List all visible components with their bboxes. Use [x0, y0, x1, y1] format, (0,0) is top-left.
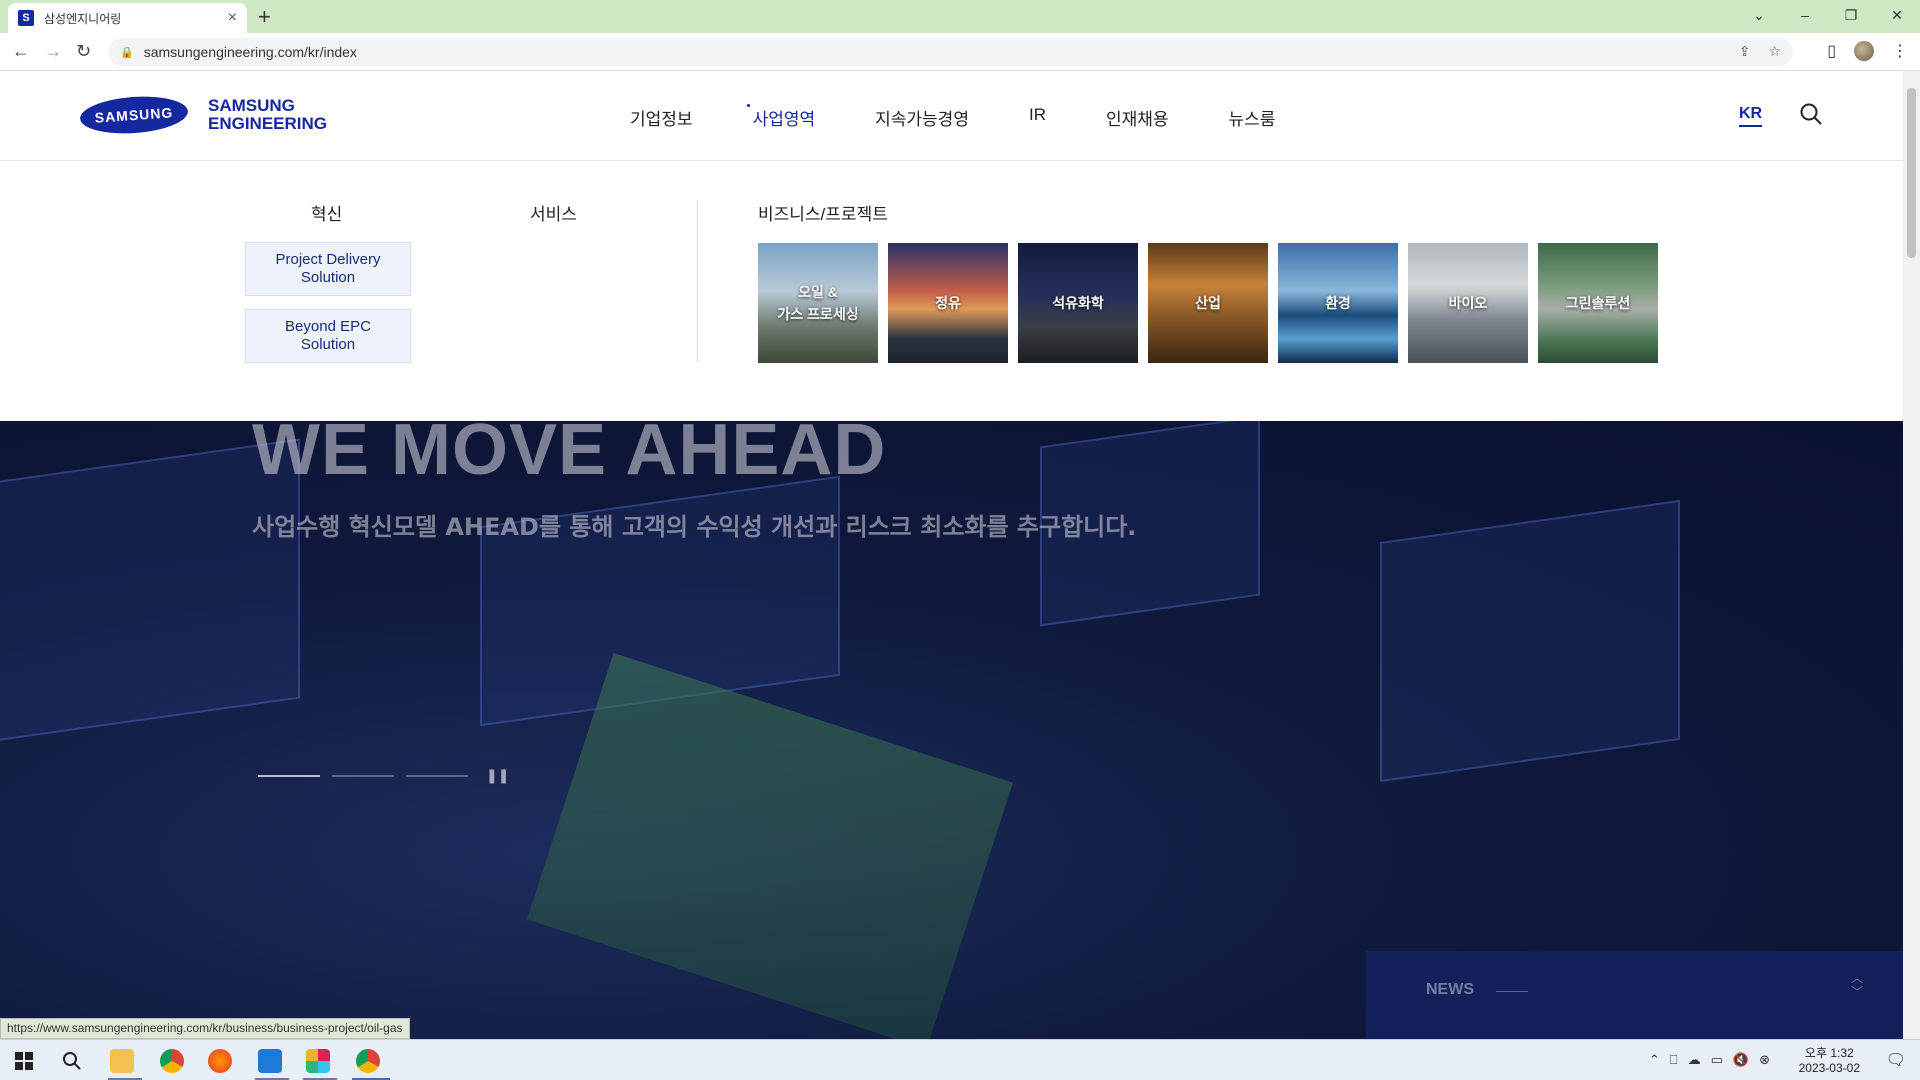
- page-scrollbar[interactable]: [1903, 71, 1920, 1039]
- col-service-title[interactable]: 서비스: [530, 200, 577, 225]
- lock-icon: 🔒: [120, 46, 134, 59]
- news-divider: [1496, 991, 1528, 992]
- clock-time: 오후 1:32: [1804, 1046, 1854, 1060]
- logo-line1: SAMSUNG: [208, 96, 295, 115]
- business-industrial[interactable]: 산업: [1148, 243, 1268, 363]
- network-icon[interactable]: ▭: [1711, 1052, 1723, 1068]
- search-icon[interactable]: [1800, 103, 1822, 125]
- business-refining[interactable]: 정유: [888, 243, 1008, 363]
- back-icon[interactable]: ←: [12, 41, 30, 62]
- system-tray: ⌃ ⎕ ☁ ▭ 🔇 ⊗: [1649, 1052, 1770, 1068]
- nav-careers[interactable]: 인재채용: [1106, 105, 1169, 130]
- new-tab-icon[interactable]: +: [258, 4, 271, 30]
- browser-tab[interactable]: S 삼성엔지니어링 ×: [8, 3, 247, 33]
- news-arrows: ︿ ﹀: [1851, 971, 1863, 999]
- slide-indicator[interactable]: [258, 774, 320, 777]
- site-header: SAMSUNG SAMSUNG ENGINEERING 기업정보 사업영역 지속…: [0, 71, 1903, 161]
- business-petrochemical[interactable]: 석유화학: [1018, 243, 1138, 363]
- menu-kebab-icon[interactable]: ⋮: [1892, 41, 1908, 61]
- notification-icon[interactable]: 🗨: [1886, 1050, 1906, 1070]
- share-icon[interactable]: ⇪: [1739, 43, 1751, 60]
- business-thumbnails: 오일 & 가스 프로세싱 정유 석유화학 산업 환경 바이오 그린솔루션: [758, 243, 1658, 363]
- logo-line2: ENGINEERING: [208, 114, 328, 133]
- chrome-active-icon[interactable]: [356, 1049, 380, 1073]
- nav-ir[interactable]: IR: [1029, 105, 1046, 130]
- hero-section: WE MOVE AHEAD 사업수행 혁신모델 AHEAD를 통해 고객의 수익…: [0, 421, 1903, 1039]
- bookmark-star-icon[interactable]: ☆: [1768, 43, 1781, 60]
- language-selector[interactable]: KR: [1739, 105, 1763, 127]
- hero-title: WE MOVE AHEAD: [252, 421, 887, 490]
- chevron-up-icon[interactable]: ⌃: [1649, 1052, 1660, 1068]
- minimize-icon[interactable]: –: [1782, 0, 1828, 30]
- slide-indicator[interactable]: [332, 774, 394, 777]
- clock-date: 2023-03-02: [1798, 1061, 1860, 1075]
- blocked-icon[interactable]: ⊗: [1759, 1052, 1770, 1068]
- url-input[interactable]: 🔒 samsungengineering.com/kr/index ⇪ ☆: [108, 38, 1793, 66]
- vscode-icon[interactable]: [258, 1049, 282, 1073]
- samsung-logo[interactable]: SAMSUNG: [78, 93, 190, 137]
- col-business-title[interactable]: 비즈니스/프로젝트: [758, 200, 888, 225]
- browser-tabstrip: S 삼성엔지니어링 × + ⌄ – ❐ ✕: [0, 0, 1920, 33]
- clock[interactable]: 오후 1:32 2023-03-02: [1799, 1046, 1860, 1076]
- nav-sustainability[interactable]: 지속가능경영: [875, 105, 969, 130]
- news-label: NEWS: [1426, 981, 1474, 998]
- windows-taskbar: ⌃ ⎕ ☁ ▭ 🔇 ⊗ 오후 1:32 2023-03-02 🗨: [0, 1039, 1920, 1080]
- file-explorer-icon[interactable]: [110, 1049, 134, 1073]
- business-oil-gas[interactable]: 오일 & 가스 프로세싱: [758, 243, 878, 363]
- tab-search-icon[interactable]: ⌄: [1736, 0, 1782, 30]
- slack-icon[interactable]: [306, 1049, 330, 1073]
- business-environment[interactable]: 환경: [1278, 243, 1398, 363]
- chevron-up-icon[interactable]: ︿: [1851, 971, 1863, 985]
- nav-newsroom[interactable]: 뉴스룸: [1229, 105, 1276, 130]
- restore-icon[interactable]: ❐: [1828, 0, 1874, 30]
- slide-indicators: ❚❚: [258, 767, 509, 784]
- main-nav: 기업정보 사업영역 지속가능경영 IR 인재채용 뉴스룸: [630, 104, 1335, 130]
- col-innovation-title[interactable]: 혁신: [311, 200, 342, 225]
- tab-title: 삼성엔지니어링: [44, 11, 122, 26]
- windows-start-icon[interactable]: [12, 1049, 36, 1073]
- close-window-icon[interactable]: ✕: [1874, 0, 1920, 30]
- menu-divider: [697, 200, 698, 362]
- reload-icon[interactable]: ↻: [76, 41, 91, 62]
- business-green-solution[interactable]: 그린솔루션: [1538, 243, 1658, 363]
- business-bio[interactable]: 바이오: [1408, 243, 1528, 363]
- hero-bg-panel: [1380, 499, 1680, 783]
- search-icon[interactable]: [60, 1049, 84, 1073]
- nav-business[interactable]: 사업영역: [746, 104, 815, 130]
- camera-icon[interactable]: ⎕: [1670, 1052, 1678, 1068]
- chrome-icon[interactable]: [160, 1049, 184, 1073]
- side-panel-icon[interactable]: ▯: [1827, 41, 1836, 61]
- address-bar-row: ← → ↻ 🔒 samsungengineering.com/kr/index …: [0, 33, 1920, 71]
- window-controls: ⌄ – ❐ ✕: [1736, 0, 1920, 30]
- project-delivery-solution-link[interactable]: Project Delivery Solution: [245, 242, 411, 296]
- favicon-icon: S: [18, 10, 34, 26]
- firefox-icon[interactable]: [208, 1049, 232, 1073]
- hero-subtitle: 사업수행 혁신모델 AHEAD를 통해 고객의 수익성 개선과 리스크 최소화를…: [252, 513, 1137, 541]
- logo-text[interactable]: SAMSUNG ENGINEERING: [208, 97, 327, 133]
- url-text: samsungengineering.com/kr/index: [143, 44, 357, 60]
- news-panel: NEWS ︿ ﹀: [1366, 951, 1903, 1039]
- logo-wordmark: SAMSUNG: [94, 104, 174, 126]
- scrollbar-thumb[interactable]: [1907, 88, 1916, 258]
- pause-icon[interactable]: ❚❚: [486, 767, 509, 784]
- nav-company-info[interactable]: 기업정보: [630, 105, 693, 130]
- cloud-icon[interactable]: ☁: [1688, 1052, 1701, 1068]
- beyond-epc-solution-link[interactable]: Beyond EPC Solution: [245, 309, 411, 363]
- status-url: https://www.samsungengineering.com/kr/bu…: [0, 1018, 410, 1039]
- slide-indicator[interactable]: [406, 774, 468, 777]
- volume-muted-icon[interactable]: 🔇: [1733, 1052, 1749, 1068]
- hero-bg-screen: [527, 652, 1013, 1039]
- forward-icon[interactable]: →: [44, 41, 62, 62]
- profile-avatar[interactable]: [1854, 41, 1874, 61]
- close-tab-icon[interactable]: ×: [228, 9, 237, 27]
- chevron-down-icon[interactable]: ﹀: [1851, 985, 1863, 999]
